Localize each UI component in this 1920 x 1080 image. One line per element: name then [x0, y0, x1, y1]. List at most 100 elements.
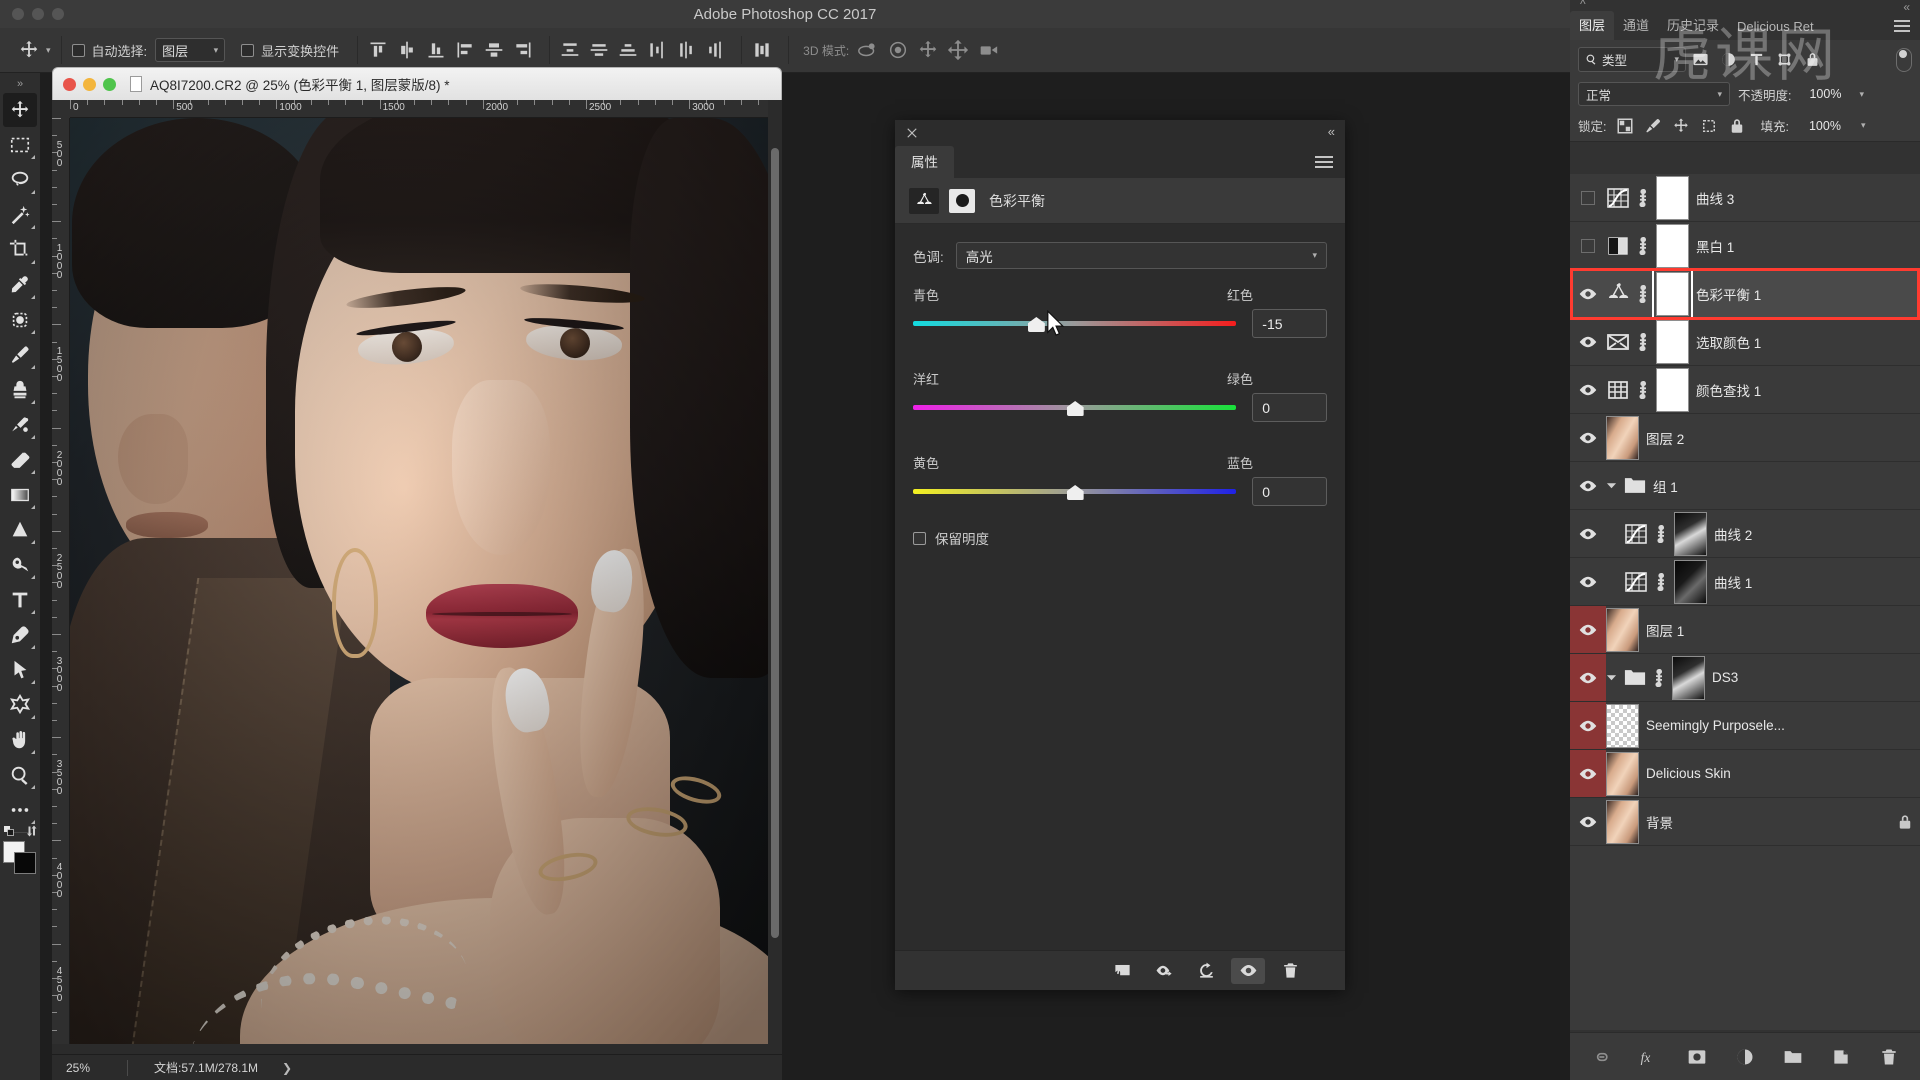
align-vertical-centers-icon[interactable]	[397, 40, 417, 60]
layer-list[interactable]: 曲线 3 黑白 1 色彩平衡 1 选取颜色 1 颜色查找 1 图层 2 组 1 曲线 2 曲线 …	[1570, 174, 1920, 1030]
3d-roll-icon[interactable]	[887, 39, 909, 61]
layer-visibility-toggle-off[interactable]	[1570, 174, 1606, 221]
more-tools-button[interactable]	[3, 793, 37, 827]
lock-all-icon[interactable]	[1728, 117, 1746, 135]
checkbox-box[interactable]	[241, 43, 255, 57]
layer-thumbnail[interactable]	[1606, 415, 1639, 460]
tab-history[interactable]: 历史记录	[1658, 11, 1728, 40]
doc-minimize-button[interactable]	[83, 77, 96, 91]
panel-menu-icon[interactable]	[1315, 156, 1333, 170]
layer-mask-thumbnail-icon[interactable]	[949, 188, 975, 213]
canvas-vertical-scrollbar[interactable]	[768, 118, 782, 1044]
layer-visibility-toggle[interactable]	[1570, 414, 1606, 461]
distribute-left-edges-icon[interactable]	[647, 40, 667, 60]
slider-handle[interactable]	[1066, 401, 1084, 416]
slider-value-input[interactable]: -15	[1252, 309, 1327, 338]
layer-visibility-toggle[interactable]	[1570, 750, 1606, 797]
layer-visibility-toggle[interactable]	[1570, 558, 1606, 605]
layer-row[interactable]: 选取颜色 1	[1570, 318, 1920, 366]
auto-select-checkbox[interactable]: 自动选择:	[71, 41, 147, 60]
new-layer-button[interactable]	[1828, 1044, 1854, 1070]
scrollbar-thumb[interactable]	[771, 148, 779, 938]
zoom-tool[interactable]	[3, 758, 37, 792]
reset-button[interactable]	[1189, 958, 1223, 984]
3d-slide-icon[interactable]	[947, 39, 969, 61]
layer-mask-thumbnail[interactable]	[1656, 223, 1689, 268]
distribute-horizontal-centers-icon[interactable]	[676, 40, 696, 60]
layer-visibility-toggle[interactable]	[1570, 654, 1606, 701]
slider-handle[interactable]	[1027, 317, 1045, 332]
magic-wand-tool[interactable]	[3, 198, 37, 232]
distribute-spacing-icon[interactable]	[752, 40, 772, 60]
tab-properties[interactable]: 属性	[895, 146, 954, 178]
delete-layer-button[interactable]	[1876, 1044, 1902, 1070]
tone-select[interactable]: 高光 ▾	[955, 242, 1327, 269]
layer-thumbnail[interactable]	[1606, 751, 1639, 796]
align-top-edges-icon[interactable]	[368, 40, 388, 60]
close-icon[interactable]	[905, 126, 919, 140]
crop-tool[interactable]	[3, 233, 37, 267]
layer-visibility-toggle-off[interactable]	[1570, 222, 1606, 269]
3d-pan-icon[interactable]	[917, 39, 939, 61]
checkbox-box[interactable]	[71, 43, 85, 57]
layer-row[interactable]: 曲线 1	[1570, 558, 1920, 606]
show-transform-controls-checkbox[interactable]: 显示变换控件	[241, 41, 339, 60]
blur-tool[interactable]	[3, 513, 37, 547]
clip-to-layer-button[interactable]	[1105, 958, 1139, 984]
eraser-tool[interactable]	[3, 443, 37, 477]
layer-visibility-toggle[interactable]	[1570, 366, 1606, 413]
new-adjustment-button[interactable]	[1732, 1044, 1758, 1070]
clone-stamp-tool[interactable]	[3, 373, 37, 407]
type-tool[interactable]	[3, 583, 37, 617]
layer-row[interactable]: 色彩平衡 1	[1570, 270, 1920, 318]
layer-filter-type-select[interactable]: 类型 ▾	[1578, 46, 1686, 72]
brush-tool[interactable]	[3, 338, 37, 372]
filter-enable-toggle[interactable]	[1894, 46, 1912, 72]
layer-row[interactable]: 曲线 3	[1570, 174, 1920, 222]
dodge-tool[interactable]	[3, 548, 37, 582]
layer-visibility-toggle[interactable]	[1570, 318, 1606, 365]
layer-visibility-toggle[interactable]	[1570, 798, 1606, 845]
opacity-value[interactable]: 100%	[1799, 83, 1851, 105]
hand-tool[interactable]	[3, 723, 37, 757]
layer-mask-thumbnail[interactable]	[1674, 559, 1707, 604]
filter-smart-objects-button[interactable]	[1798, 46, 1826, 72]
filter-pixel-layers-button[interactable]	[1686, 46, 1714, 72]
filter-adjustment-layers-button[interactable]	[1714, 46, 1742, 72]
layer-row[interactable]: DS3	[1570, 654, 1920, 702]
active-tool-selector[interactable]: ▾	[0, 39, 51, 61]
vertical-ruler[interactable]: 500100015002000250030003500400045005	[52, 118, 70, 1044]
swap-colors-icon[interactable]	[25, 825, 37, 837]
distribute-vertical-centers-icon[interactable]	[589, 40, 609, 60]
tab-layers[interactable]: 图层	[1570, 11, 1615, 40]
color-swatches[interactable]	[3, 825, 37, 875]
horizontal-ruler[interactable]: 050010001500200025003000350	[70, 100, 768, 118]
layer-visibility-toggle[interactable]	[1570, 702, 1606, 749]
add-mask-button[interactable]	[1684, 1044, 1710, 1070]
collapse-panel-icon[interactable]: «	[1328, 124, 1335, 139]
layer-visibility-toggle[interactable]	[1570, 606, 1606, 653]
filter-shape-layers-button[interactable]	[1770, 46, 1798, 72]
lock-position-icon[interactable]	[1672, 117, 1690, 135]
blend-mode-select[interactable]: 正常 ▾	[1578, 82, 1730, 106]
slider-handle[interactable]	[1066, 485, 1084, 500]
checkbox-box[interactable]	[913, 531, 926, 545]
layer-visibility-toggle[interactable]	[1570, 270, 1606, 317]
distribute-bottom-edges-icon[interactable]	[618, 40, 638, 60]
layer-style-button[interactable]: fx	[1636, 1044, 1662, 1070]
filter-type-layers-button[interactable]	[1742, 46, 1770, 72]
slider-track[interactable]	[913, 401, 1237, 416]
eyedropper-tool[interactable]	[3, 268, 37, 302]
history-brush-tool[interactable]	[3, 408, 37, 442]
layer-row[interactable]: 黑白 1	[1570, 222, 1920, 270]
healing-brush-tool[interactable]	[3, 303, 37, 337]
layer-row[interactable]: 组 1	[1570, 462, 1920, 510]
chevron-down-icon[interactable]: ▾	[1859, 89, 1864, 100]
background-color-swatch[interactable]	[14, 852, 36, 874]
layer-mask-thumbnail[interactable]	[1672, 655, 1705, 700]
document-title-bar[interactable]: AQ8I7200.CR2 @ 25% (色彩平衡 1, 图层蒙版/8) *	[52, 67, 782, 100]
slider-value-input[interactable]: 0	[1252, 477, 1327, 506]
gradient-tool[interactable]	[3, 478, 37, 512]
lock-transparency-icon[interactable]	[1616, 117, 1634, 135]
chevron-down-icon[interactable]: ▾	[1861, 120, 1866, 131]
